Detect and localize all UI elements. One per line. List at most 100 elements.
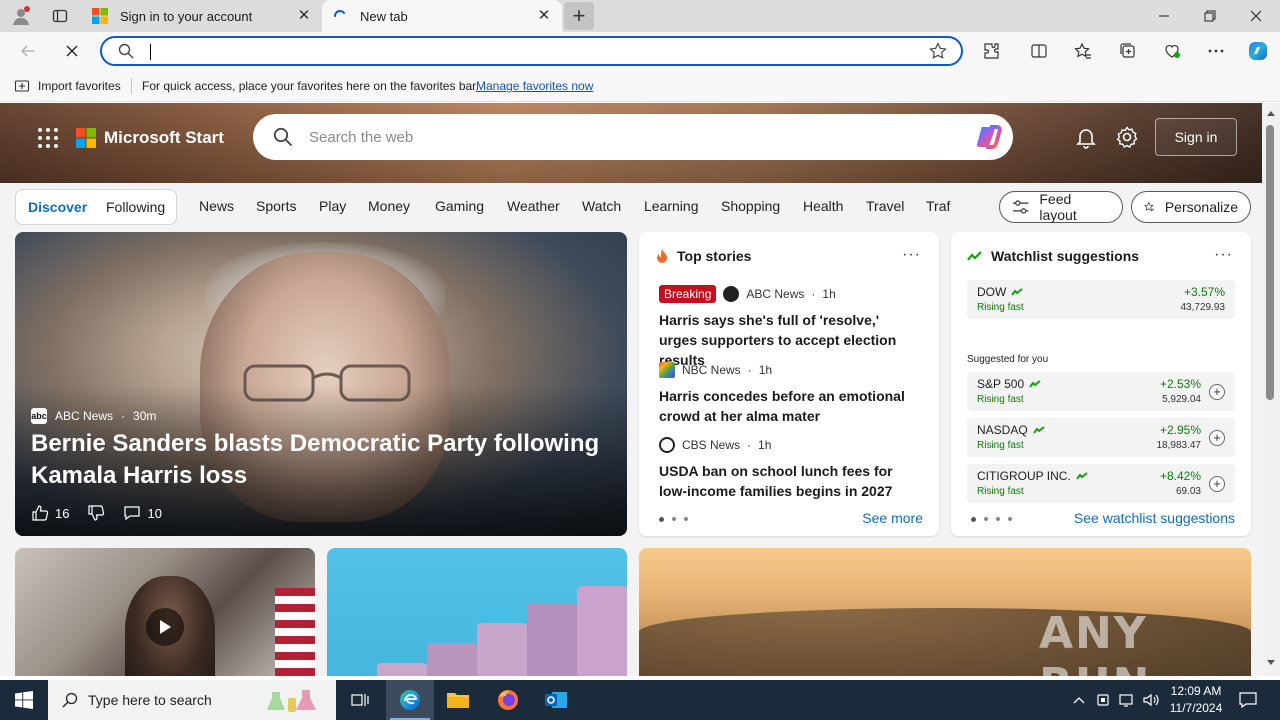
notifications-bell-icon[interactable] (1074, 125, 1098, 152)
story-age: 1h (822, 287, 836, 301)
carousel-dots[interactable] (659, 517, 688, 522)
back-button[interactable] (12, 36, 44, 66)
money-story-card[interactable] (327, 548, 627, 676)
settings-gear-icon[interactable] (1115, 125, 1139, 152)
address-bar[interactable] (100, 36, 963, 66)
see-watchlist-link[interactable]: See watchlist suggestions (1074, 510, 1235, 526)
category-news[interactable]: News (199, 198, 234, 214)
profile-icon[interactable] (8, 4, 34, 28)
story-age: 1h (758, 438, 772, 452)
task-view-icon[interactable] (336, 680, 384, 720)
hero-source: abc ABC News · 30m (31, 408, 157, 424)
notifications-icon[interactable] (1234, 680, 1262, 720)
category-learning[interactable]: Learning (644, 198, 699, 214)
trend-up-icon (1075, 472, 1088, 480)
network-icon[interactable] (1116, 680, 1138, 720)
stop-loading-button[interactable] (56, 36, 88, 66)
browser-tab-bar: Sign in to your account ✕ New tab ✕ + (0, 0, 1280, 32)
carousel-dots[interactable] (971, 517, 1012, 522)
copilot-icon[interactable] (1242, 36, 1274, 66)
comments-button[interactable]: 10 (123, 504, 162, 522)
category-money[interactable]: Money (368, 198, 410, 214)
file-explorer-icon[interactable] (434, 680, 482, 720)
page-scrollbar[interactable] (1262, 103, 1280, 676)
category-watch[interactable]: Watch (582, 198, 621, 214)
stock-row[interactable]: CITIGROUP INC. Rising fast +8.42% 69.03 … (967, 464, 1235, 503)
story-title[interactable]: USDA ban on school lunch fees for low-in… (659, 461, 921, 501)
add-to-watchlist-button[interactable]: + (1209, 430, 1225, 446)
hero-headline[interactable]: Bernie Sanders blasts Democratic Party f… (31, 428, 611, 492)
more-menu-icon[interactable] (1200, 36, 1232, 66)
collections-icon[interactable] (1112, 36, 1144, 66)
copilot-icon[interactable] (973, 121, 1005, 153)
add-to-watchlist-button[interactable]: + (1209, 384, 1225, 400)
web-search-box[interactable]: Search the web (253, 114, 1013, 160)
play-icon[interactable] (146, 608, 184, 646)
address-input[interactable] (152, 41, 912, 63)
manage-favorites-link[interactable]: Manage favorites now (476, 79, 593, 93)
category-weather[interactable]: Weather (507, 198, 560, 214)
edge-taskbar-icon[interactable] (386, 680, 434, 720)
category-shopping[interactable]: Shopping (721, 198, 780, 214)
banknote-stack-image (477, 623, 527, 676)
category-gaming[interactable]: Gaming (435, 198, 484, 214)
hero-story-card[interactable]: abc ABC News · 30m Bernie Sanders blasts… (15, 232, 627, 536)
personalize-label: Personalize (1164, 199, 1238, 215)
import-favorites-button[interactable]: Import favorites (14, 78, 121, 94)
more-options-icon[interactable]: ··· (1214, 246, 1233, 264)
hero-age: 30m (133, 409, 157, 423)
story-title[interactable]: Harris concedes before an emotional crow… (659, 386, 921, 426)
stock-row-dow[interactable]: DOW Rising fast +3.57% 43,729.93 (967, 280, 1235, 319)
close-tab-icon[interactable]: ✕ (536, 8, 552, 24)
minimize-button[interactable] (1141, 0, 1187, 32)
show-hidden-icons[interactable] (1068, 680, 1090, 720)
extensions-icon[interactable] (975, 36, 1007, 66)
security-icon[interactable] (1092, 680, 1114, 720)
dislike-button[interactable] (87, 504, 105, 522)
category-traffic[interactable]: Traf (926, 198, 950, 214)
personalize-button[interactable]: Personalize (1131, 191, 1251, 223)
stock-row[interactable]: NASDAQ Rising fast +2.95% 18,983.47 + (967, 418, 1235, 457)
app-launcher-icon[interactable] (37, 127, 59, 149)
see-more-link[interactable]: See more (862, 510, 923, 526)
outlook-icon[interactable] (532, 680, 580, 720)
video-story-card[interactable] (15, 548, 315, 676)
volume-icon[interactable] (1140, 680, 1162, 720)
category-travel[interactable]: Travel (866, 198, 904, 214)
like-button[interactable]: 16 (31, 504, 69, 522)
sign-in-button[interactable]: Sign in (1155, 118, 1237, 156)
start-button[interactable] (0, 680, 48, 720)
add-to-watchlist-button[interactable]: + (1209, 476, 1225, 492)
tab-following[interactable]: Following (106, 199, 165, 215)
story-item[interactable]: CBS News · 1h USDA ban on school lunch f… (659, 435, 921, 501)
firefox-icon[interactable] (484, 680, 532, 720)
close-tab-icon[interactable]: ✕ (296, 8, 312, 24)
favorite-star-icon[interactable] (929, 42, 947, 63)
new-tab-button[interactable]: + (564, 2, 594, 30)
category-health[interactable]: Health (803, 198, 843, 214)
category-sports[interactable]: Sports (256, 198, 296, 214)
feed-layout-button[interactable]: Feed layout (999, 191, 1123, 223)
restore-button[interactable] (1187, 0, 1233, 32)
tab-actions-icon[interactable] (46, 4, 74, 28)
scrollbar-thumb[interactable] (1266, 125, 1274, 400)
landscape-story-card[interactable]: ANY RUN (639, 548, 1251, 676)
close-window-button[interactable] (1233, 0, 1279, 32)
category-play[interactable]: Play (319, 198, 346, 214)
tab-discover[interactable]: Discover (28, 199, 87, 215)
split-screen-icon[interactable] (1023, 36, 1055, 66)
story-item[interactable]: NBC News · 1h Harris concedes before an … (659, 360, 921, 426)
tab-sign-in[interactable]: Sign in to your account ✕ (82, 0, 322, 32)
story-item[interactable]: Breaking ABC News · 1h Harris says she's… (659, 284, 921, 370)
more-options-icon[interactable]: ··· (902, 246, 921, 264)
stock-status: Rising fast (977, 440, 1024, 451)
microsoft-start-logo[interactable]: Microsoft Start (76, 128, 224, 148)
favorites-icon[interactable] (1067, 36, 1099, 66)
browser-essentials-icon[interactable] (1156, 36, 1188, 66)
taskbar-search-box[interactable]: Type here to search (48, 680, 336, 720)
tab-new-tab[interactable]: New tab ✕ (322, 0, 562, 32)
system-clock[interactable]: 12:09 AM 11/7/2024 (1160, 683, 1232, 717)
clock-time: 12:09 AM (1170, 684, 1222, 698)
clock-date: 11/7/2024 (1169, 701, 1223, 715)
stock-row[interactable]: S&P 500 Rising fast +2.53% 5,929.04 + (967, 372, 1235, 411)
